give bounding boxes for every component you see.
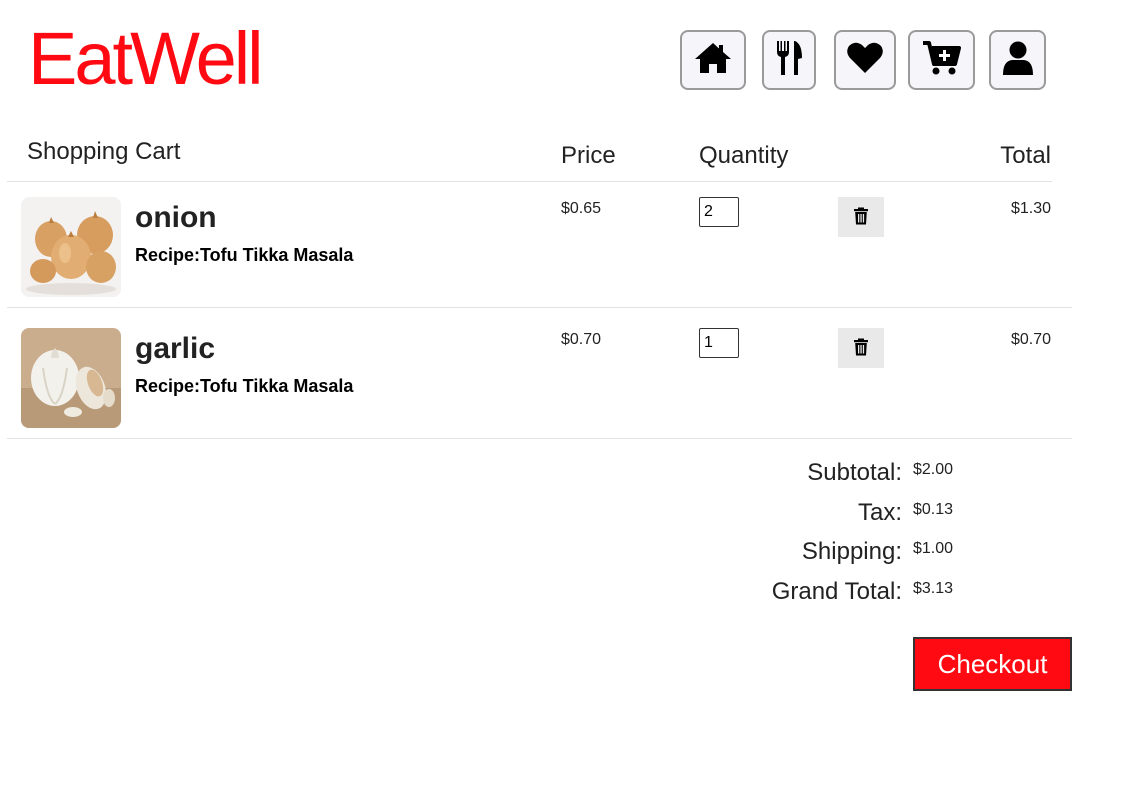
quantity-input[interactable] — [699, 328, 739, 358]
delete-item-button[interactable] — [838, 197, 884, 237]
subtotal-row: Subtotal: $2.00 — [0, 459, 1121, 489]
item-price: $0.65 — [561, 200, 602, 217]
column-header-price: Price — [561, 142, 616, 169]
utensils-icon — [769, 38, 809, 83]
nav-favorites-button[interactable] — [834, 30, 896, 90]
garlic-photo — [21, 328, 121, 428]
tax-label: Tax: — [857, 499, 902, 526]
heart-icon — [845, 38, 885, 83]
item-name[interactable]: garlic — [135, 332, 215, 366]
subtotal-value: $2.00 — [913, 461, 954, 478]
item-name[interactable]: onion — [135, 201, 217, 235]
nav-recipes-button[interactable] — [762, 30, 816, 90]
user-icon — [998, 38, 1038, 83]
divider — [7, 438, 1072, 439]
grand-total-row: Grand Total: $3.13 — [0, 578, 1121, 608]
checkout-button[interactable]: Checkout — [913, 637, 1072, 691]
shipping-label: Shipping: — [801, 538, 902, 565]
nav-profile-button[interactable] — [989, 30, 1046, 90]
tax-value: $0.13 — [913, 501, 954, 518]
nav-home-button[interactable] — [680, 30, 746, 90]
onion-photo — [21, 197, 121, 297]
shipping-value: $1.00 — [913, 540, 954, 557]
column-header-total: Total — [1000, 142, 1051, 169]
brand-logo[interactable]: EatWell — [28, 14, 264, 104]
quantity-input[interactable] — [699, 197, 739, 227]
item-price: $0.70 — [561, 331, 602, 348]
nav-cart-button[interactable] — [908, 30, 975, 90]
cart-page: EatWell Shopping Cart Price Quantity Tot… — [0, 0, 1121, 800]
cart-plus-icon — [922, 38, 962, 83]
tax-row: Tax: $0.13 — [0, 499, 1121, 529]
trash-icon — [853, 207, 869, 228]
trash-icon — [853, 338, 869, 359]
subtotal-label: Subtotal: — [807, 459, 902, 486]
item-total: $1.30 — [1010, 200, 1051, 217]
cart-title: Shopping Cart — [27, 138, 181, 165]
item-total: $0.70 — [1010, 331, 1051, 348]
delete-item-button[interactable] — [838, 328, 884, 368]
divider — [7, 307, 1072, 308]
shipping-row: Shipping: $1.00 — [0, 538, 1121, 568]
item-recipe: Recipe:Tofu Tikka Masala — [135, 376, 354, 396]
grand-total-label: Grand Total: — [771, 578, 902, 605]
divider — [7, 181, 1052, 182]
column-header-quantity: Quantity — [699, 142, 789, 169]
item-recipe: Recipe:Tofu Tikka Masala — [135, 245, 354, 265]
grand-total-value: $3.13 — [913, 580, 954, 597]
home-icon — [693, 38, 733, 83]
